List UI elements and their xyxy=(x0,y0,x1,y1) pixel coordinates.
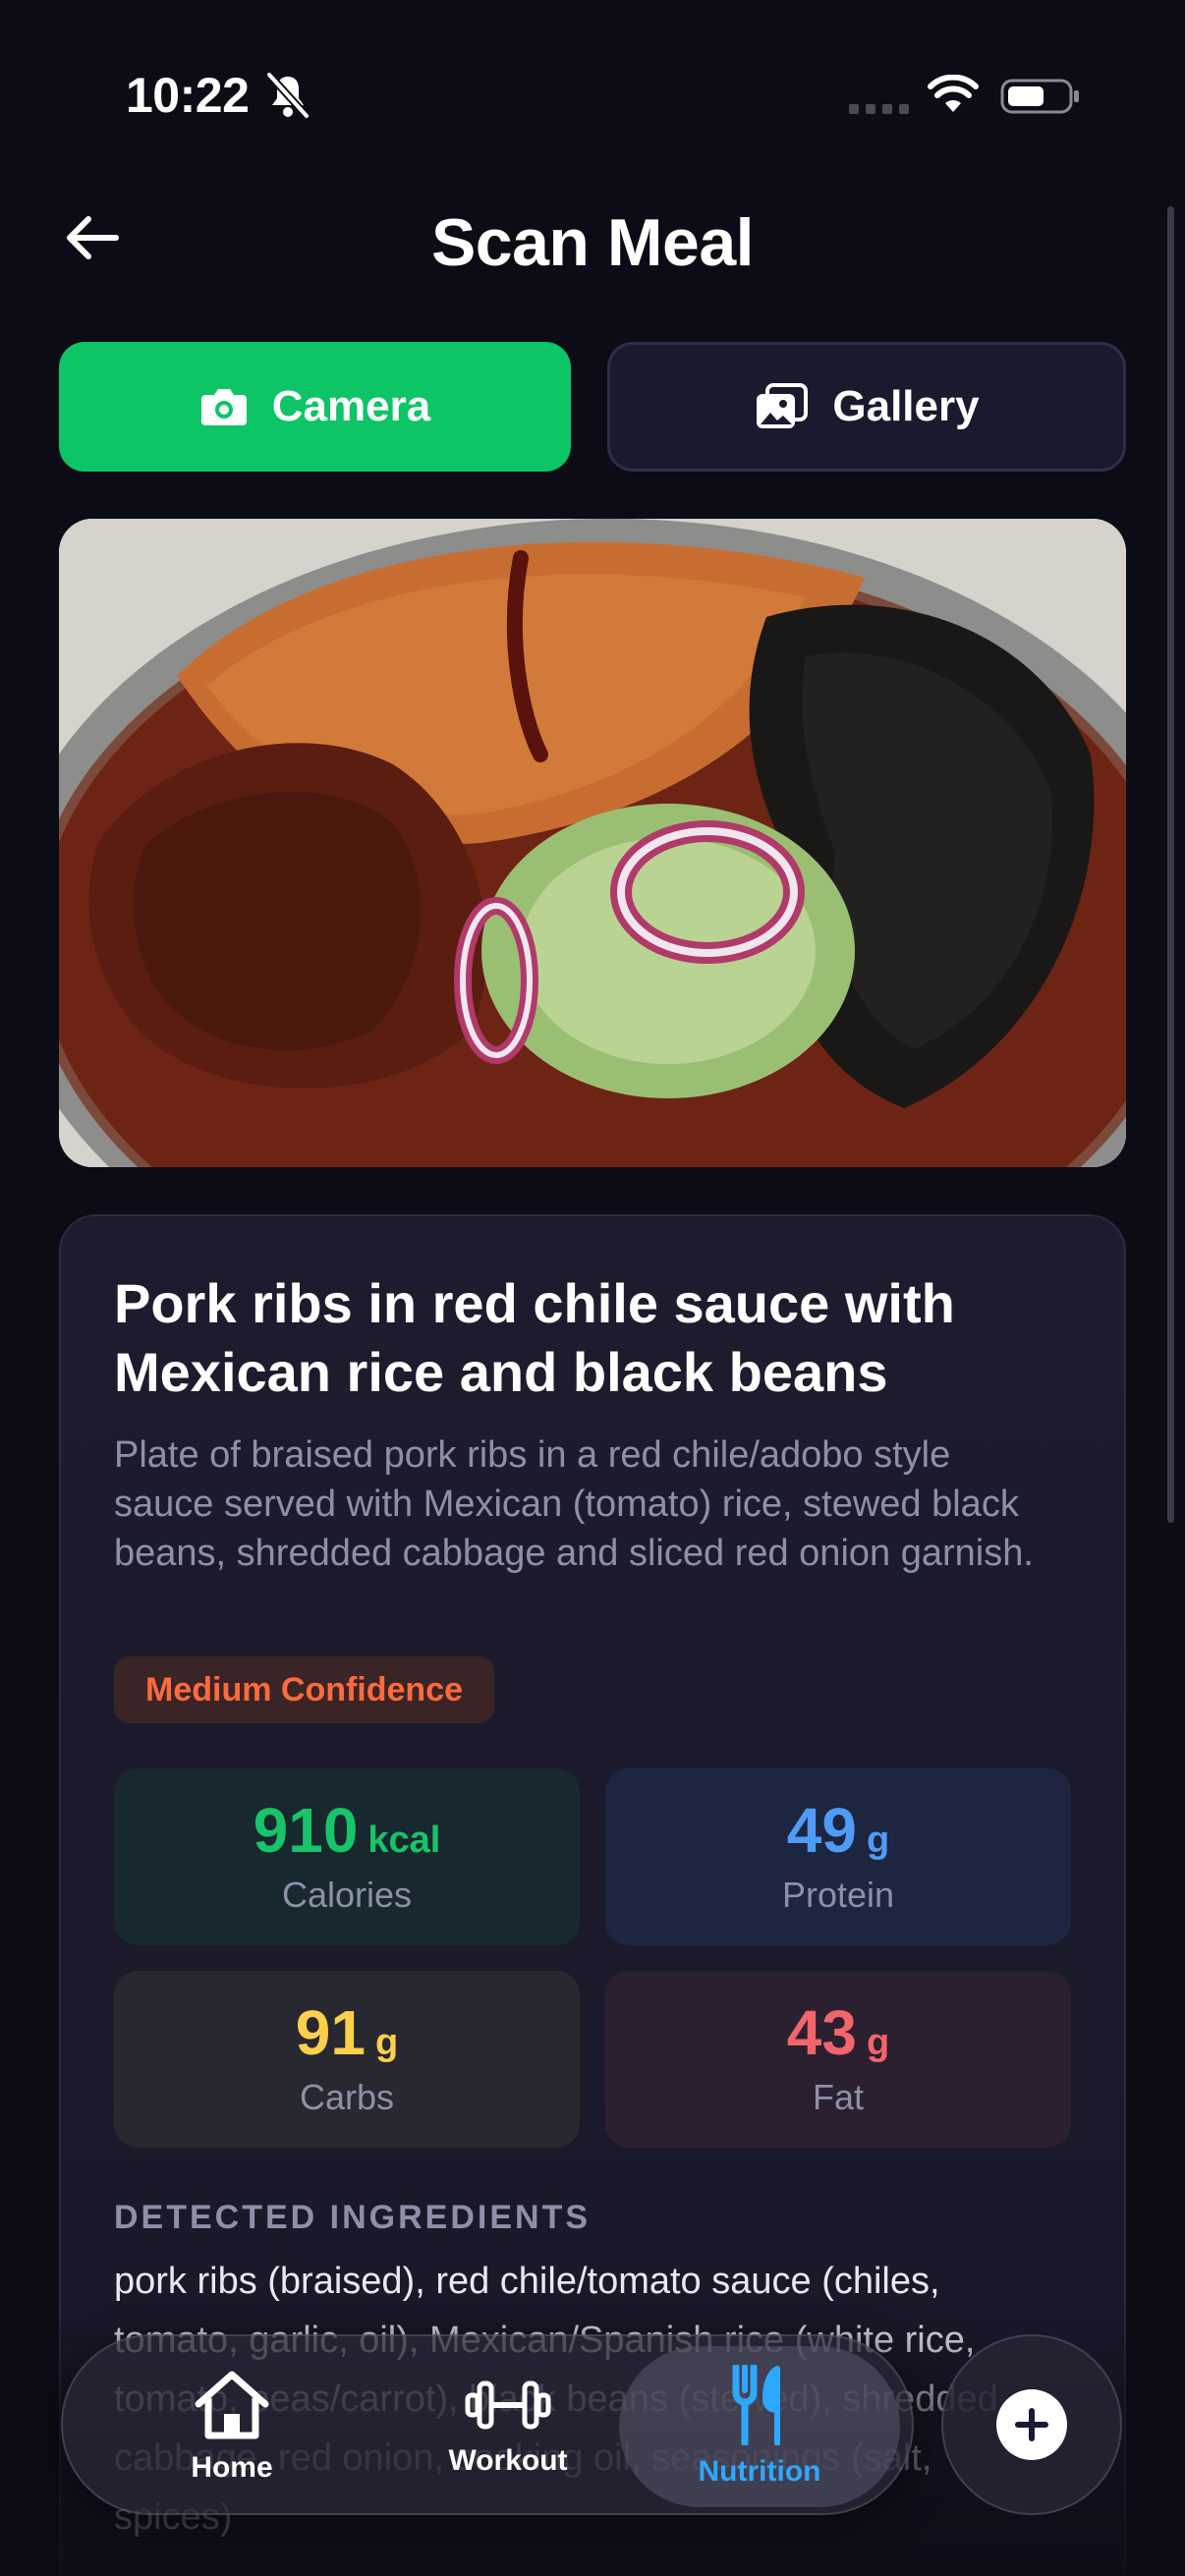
ingredients-heading: DETECTED INGREDIENTS xyxy=(114,2199,592,2236)
fork-knife-icon xyxy=(732,2365,780,2445)
tab-workout[interactable]: Workout xyxy=(415,2336,601,2517)
add-button[interactable] xyxy=(941,2334,1122,2515)
meal-description: Plate of braised pork ribs in a red chil… xyxy=(114,1434,1034,1574)
carbs-label: Carbs xyxy=(299,2077,395,2117)
carbs-unit: g xyxy=(374,2022,399,2063)
calories-card: 910 kcal Calories xyxy=(114,1768,580,1945)
fat-unit: g xyxy=(866,2022,890,2063)
camera-icon xyxy=(200,389,247,425)
protein-label: Protein xyxy=(781,1875,895,1915)
page-title: Scan Meal xyxy=(430,205,755,280)
camera-button-label: Camera xyxy=(271,382,431,430)
wifi-icon xyxy=(928,75,979,112)
add-button-circle xyxy=(996,2389,1067,2460)
camera-button[interactable]: Camera xyxy=(59,342,571,472)
tab-workout-label: Workout xyxy=(448,2444,568,2477)
protein-unit: g xyxy=(866,1820,890,1861)
bell-slash-icon xyxy=(266,72,310,119)
home-icon xyxy=(195,2371,269,2439)
gallery-button-label: Gallery xyxy=(832,382,980,430)
fat-card: 43 g Fat xyxy=(605,1971,1071,2148)
scrollbar[interactable] xyxy=(1167,206,1174,1523)
tab-home-label: Home xyxy=(191,2451,273,2484)
meal-name: Pork ribs in red chile sauce with Mexica… xyxy=(114,1272,955,1403)
meal-photo-illustration xyxy=(59,519,1126,1167)
scan-meal-screen: 10:22 Scan Meal Camera Gallery Pork ribs… xyxy=(0,0,1185,2576)
carbs-card: 91 g Carbs xyxy=(114,1971,580,2148)
dumbbell-icon xyxy=(465,2380,551,2430)
confidence-badge: Medium Confidence xyxy=(114,1656,495,1723)
fat-value: 43 xyxy=(786,1997,857,2068)
battery-icon xyxy=(1000,79,1079,114)
gallery-icon xyxy=(757,383,809,428)
tab-bar: Home Workout Nutrition xyxy=(61,2334,914,2515)
plus-icon xyxy=(1015,2408,1048,2441)
signal-icon xyxy=(849,104,909,114)
calories-value: 910 xyxy=(253,1795,359,1866)
meal-photo xyxy=(59,519,1126,1167)
protein-card: 49 g Protein xyxy=(605,1768,1071,1945)
carbs-value: 91 xyxy=(295,1997,366,2068)
protein-value: 49 xyxy=(786,1795,857,1866)
fat-label: Fat xyxy=(812,2077,864,2117)
status-time: 10:22 xyxy=(126,68,250,123)
gallery-button[interactable]: Gallery xyxy=(607,342,1126,472)
tab-home[interactable]: Home xyxy=(161,2336,303,2517)
calories-unit: kcal xyxy=(367,1820,441,1861)
calories-label: Calories xyxy=(281,1875,413,1915)
tab-nutrition[interactable]: Nutrition xyxy=(619,2346,900,2507)
tab-nutrition-label: Nutrition xyxy=(698,2455,821,2488)
